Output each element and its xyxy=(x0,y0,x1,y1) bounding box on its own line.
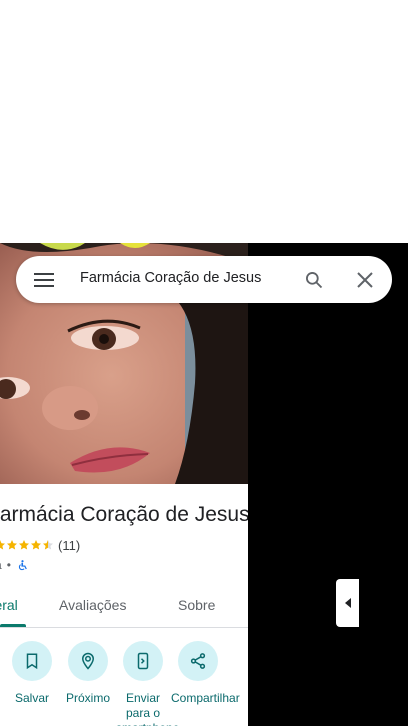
send-to-phone-button-circle xyxy=(123,641,163,681)
separator: • xyxy=(6,558,11,572)
send-to-phone-label: Enviar para o smartphone xyxy=(116,691,179,726)
search-input[interactable]: Farmácia Coração de Jesus xyxy=(80,270,261,286)
tab-about[interactable]: Sobre xyxy=(178,597,215,613)
star-icon xyxy=(19,540,29,550)
clear-search-button[interactable] xyxy=(353,268,377,292)
share-icon xyxy=(190,653,206,669)
send-to-phone-button[interactable]: Enviar para o smartphone xyxy=(116,641,179,726)
share-label: Compartilhar xyxy=(171,691,240,705)
rating-stars xyxy=(0,539,54,551)
tab-reviews[interactable]: Avaliações xyxy=(59,597,126,613)
rating-row[interactable]: (11) xyxy=(0,537,80,553)
close-icon xyxy=(357,272,373,288)
nearby-button[interactable]: Próximo xyxy=(61,641,115,706)
search-icon xyxy=(306,272,323,289)
collapse-panel-button[interactable] xyxy=(336,579,359,627)
quick-actions: Salvar Próximo Enviar para o smartphone … xyxy=(0,641,248,726)
star-icon xyxy=(7,540,17,550)
bookmark-icon xyxy=(26,653,38,670)
share-button[interactable]: Compartilhar xyxy=(171,641,240,706)
active-tab-indicator xyxy=(0,624,26,627)
place-title: Farmácia Coração de Jesus xyxy=(0,503,248,526)
rating-count: (11) xyxy=(58,537,81,553)
search-bar[interactable]: Farmácia Coração de Jesus xyxy=(16,256,392,303)
category-row: a • xyxy=(0,557,29,573)
save-label: Salvar xyxy=(14,691,49,705)
wheelchair-accessible-icon xyxy=(18,559,27,570)
share-button-circle xyxy=(178,641,218,681)
star-icon xyxy=(31,540,41,550)
place-panel: Farmácia Coração de Jesus (11) a • Visão… xyxy=(0,243,248,726)
send-to-phone-icon xyxy=(137,652,149,670)
star-half-icon xyxy=(43,540,53,550)
nearby-icon xyxy=(81,652,95,670)
save-button[interactable]: Salvar xyxy=(5,641,59,706)
chevron-left-icon xyxy=(344,598,351,608)
menu-icon xyxy=(34,273,54,287)
search-button[interactable] xyxy=(302,268,326,292)
tab-overview[interactable]: Visão geral xyxy=(0,597,18,613)
nearby-label: Próximo xyxy=(65,691,110,705)
map-area[interactable] xyxy=(248,243,408,726)
menu-button[interactable] xyxy=(32,268,56,292)
place-tabs: Visão geral Avaliações Sobre xyxy=(0,583,248,628)
category-label: a xyxy=(0,558,2,572)
save-button-circle xyxy=(12,641,52,681)
nearby-button-circle xyxy=(68,641,108,681)
